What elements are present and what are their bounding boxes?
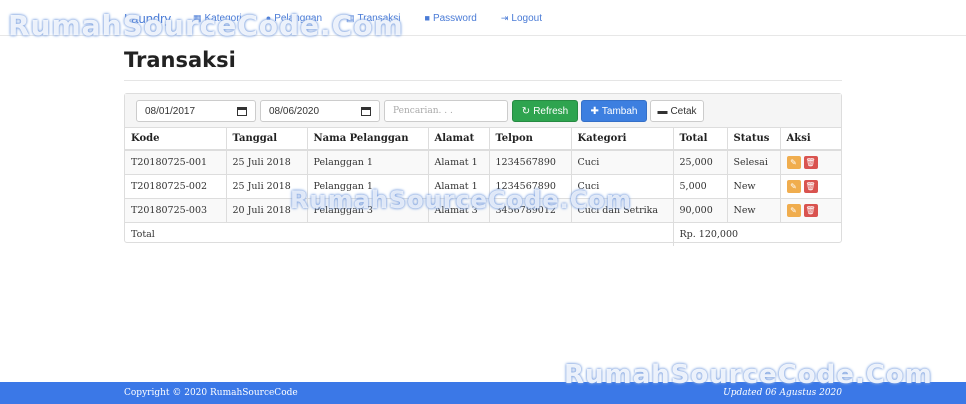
add-button[interactable]: ✚ Tambah <box>581 100 647 122</box>
page-title: Transaksi <box>124 48 236 72</box>
refresh-button[interactable]: ↻ Refresh <box>512 100 578 122</box>
edit-icon[interactable]: ✎ <box>786 203 801 217</box>
cell-nama: Pelanggan 1 <box>307 149 429 174</box>
cell-total: 5,000 <box>673 173 728 198</box>
cell-alamat: Alamat 1 <box>428 149 490 174</box>
nav-item-logout[interactable]: ⇥ Logout <box>501 13 542 24</box>
add-label: Tambah <box>601 105 638 117</box>
date-to-value: 08/06/2020 <box>269 105 320 117</box>
search-placeholder: Pencarian. . . <box>393 106 453 116</box>
column-header[interactable]: Status <box>727 128 781 151</box>
table-header-row: Kode Tanggal Nama Pelanggan Alamat Telpo… <box>125 128 841 151</box>
cell-aksi: ✎ 🗑 <box>780 197 841 222</box>
column-header[interactable]: Tanggal <box>226 128 308 151</box>
total-label: Total <box>125 221 674 246</box>
trash-icon[interactable]: 🗑 <box>803 179 818 193</box>
table-row: T20180725-001 25 Juli 2018 Pelanggan 1 A… <box>125 149 841 174</box>
search-input[interactable]: Pencarian. . . <box>384 100 508 122</box>
print-label: Cetak <box>670 105 697 117</box>
column-header[interactable]: Kode <box>125 128 227 151</box>
watermark: RumahSourceCode.Com <box>290 186 632 214</box>
trash-icon[interactable]: 🗑 <box>803 155 818 169</box>
edit-icon[interactable]: ✎ <box>786 155 801 169</box>
cell-aksi: ✎ 🗑 <box>780 149 841 174</box>
calendar-icon[interactable] <box>361 107 371 116</box>
transaction-panel: 08/01/2017 08/06/2020 Pencarian. . . ↻ R… <box>124 93 842 246</box>
nav-item-label: Logout <box>511 12 542 24</box>
cell-kode: T20180725-003 <box>125 197 227 222</box>
cell-total: 90,000 <box>673 197 728 222</box>
cell-aksi: ✎ 🗑 <box>780 173 841 198</box>
filter-toolbar: 08/01/2017 08/06/2020 Pencarian. . . ↻ R… <box>125 94 841 128</box>
title-divider <box>124 80 842 81</box>
plus-icon: ✚ <box>590 105 599 117</box>
column-header[interactable]: Total <box>673 128 728 151</box>
column-header[interactable]: Kategori <box>571 128 674 151</box>
print-button[interactable]: ▬ Cetak <box>650 100 704 122</box>
trash-icon[interactable]: 🗑 <box>803 203 818 217</box>
lock-icon: ■ <box>424 13 430 23</box>
total-row: Total Rp. 120,000 <box>125 221 841 246</box>
logout-icon: ⇥ <box>500 12 509 23</box>
watermark: RumahSourceCode.Com <box>8 9 404 42</box>
cell-telpon: 1234567890 <box>489 149 572 174</box>
nav-item-password[interactable]: ■ Password <box>425 13 477 24</box>
print-icon: ▬ <box>657 105 668 117</box>
column-header[interactable]: Nama Pelanggan <box>307 128 429 151</box>
date-to-input[interactable]: 08/06/2020 <box>260 100 380 122</box>
date-from-input[interactable]: 08/01/2017 <box>136 100 256 122</box>
cell-total: 25,000 <box>673 149 728 174</box>
refresh-icon: ↻ <box>521 105 531 117</box>
total-value: Rp. 120,000 <box>673 221 841 246</box>
cell-status: New <box>727 173 781 198</box>
nav-item-label: Password <box>432 12 477 24</box>
date-from-value: 08/01/2017 <box>145 105 196 117</box>
cell-kategori: Cuci <box>571 149 674 174</box>
calendar-icon[interactable] <box>237 107 247 116</box>
column-header[interactable]: Telpon <box>489 128 572 151</box>
copyright-text: Copyright © 2020 RumahSourceCode <box>124 388 298 398</box>
watermark: RumahSourceCode.Com <box>564 360 933 390</box>
cell-status: Selesai <box>727 149 781 174</box>
cell-tanggal: 25 Juli 2018 <box>226 149 308 174</box>
cell-kode: T20180725-001 <box>125 149 227 174</box>
cell-kode: T20180725-002 <box>125 173 227 198</box>
column-header[interactable]: Alamat <box>428 128 490 151</box>
cell-status: New <box>727 197 781 222</box>
column-header: Aksi <box>780 128 841 151</box>
edit-icon[interactable]: ✎ <box>786 179 801 193</box>
refresh-label: Refresh <box>533 105 569 117</box>
